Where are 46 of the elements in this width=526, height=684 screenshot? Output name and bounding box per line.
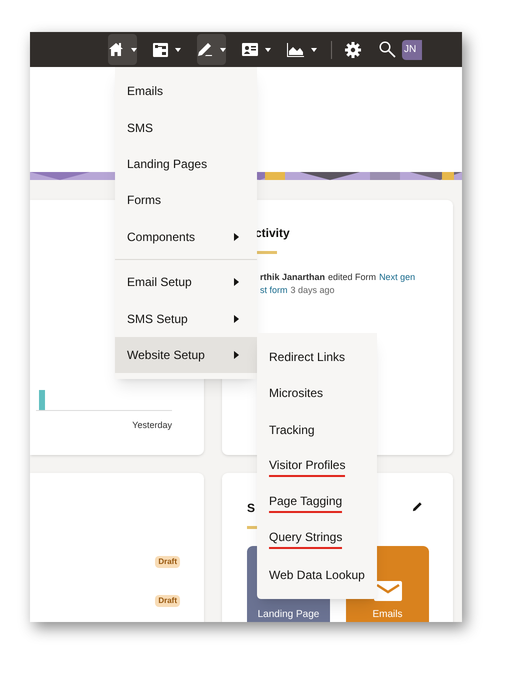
home-icon [108, 42, 124, 57]
user-name: rthik Janarthan [260, 271, 326, 284]
caret-icon [131, 48, 137, 52]
menu-button[interactable] [197, 34, 226, 65]
caret-icon [265, 48, 271, 52]
status-badge: Draft [155, 595, 180, 607]
submenu-arrow-icon [234, 350, 239, 359]
flow-icon [153, 42, 168, 56]
menu-button[interactable] [108, 34, 137, 65]
card-title: S [247, 500, 256, 517]
menu-item[interactable]: Query Strings [269, 528, 342, 550]
menu-item[interactable]: Website Setup [115, 336, 257, 374]
user-avatar[interactable]: JN [402, 40, 422, 60]
contact-card-icon [242, 43, 258, 56]
pencil-icon [197, 42, 213, 57]
tile-label: Landing Page [258, 608, 320, 622]
menu-item[interactable]: SMS Setup [115, 300, 257, 337]
menu-item[interactable]: Visitor Profiles [269, 456, 346, 477]
timestamp: 3 days ago [290, 284, 335, 297]
menu-item[interactable]: Components [115, 218, 257, 255]
menu-item[interactable]: Microsites [269, 384, 324, 402]
caret-icon [175, 48, 181, 52]
search-icon[interactable] [379, 41, 396, 58]
menu-item[interactable]: Landing Pages [115, 146, 257, 182]
menu-item[interactable]: Tracking [269, 420, 315, 439]
title-underline [255, 251, 277, 254]
menu-item[interactable]: Page Tagging [269, 492, 342, 513]
axis-label: Yesterday [132, 419, 172, 432]
edit-icon[interactable] [412, 501, 423, 512]
tile-label: Emails [372, 608, 402, 622]
menu-item[interactable]: Forms [115, 182, 257, 219]
submenu-arrow-icon [234, 314, 239, 323]
form-link[interactable]: st form [260, 284, 288, 297]
settings-icon[interactable] [345, 42, 361, 58]
menu-item[interactable]: Emails [115, 73, 257, 110]
caret-icon [220, 48, 226, 52]
submenu-arrow-icon [234, 278, 239, 286]
menu-item[interactable]: Email Setup [115, 264, 257, 300]
submenu-arrow-icon [234, 232, 239, 241]
menu-item[interactable]: SMS [115, 109, 257, 146]
form-link[interactable]: Next gen [379, 271, 416, 284]
activity-text: edited Form [328, 271, 376, 284]
caret-icon [311, 48, 317, 52]
status-badge: Draft [155, 556, 180, 568]
menu-item[interactable]: Redirect Links [269, 348, 346, 366]
area-chart-icon [287, 42, 304, 56]
